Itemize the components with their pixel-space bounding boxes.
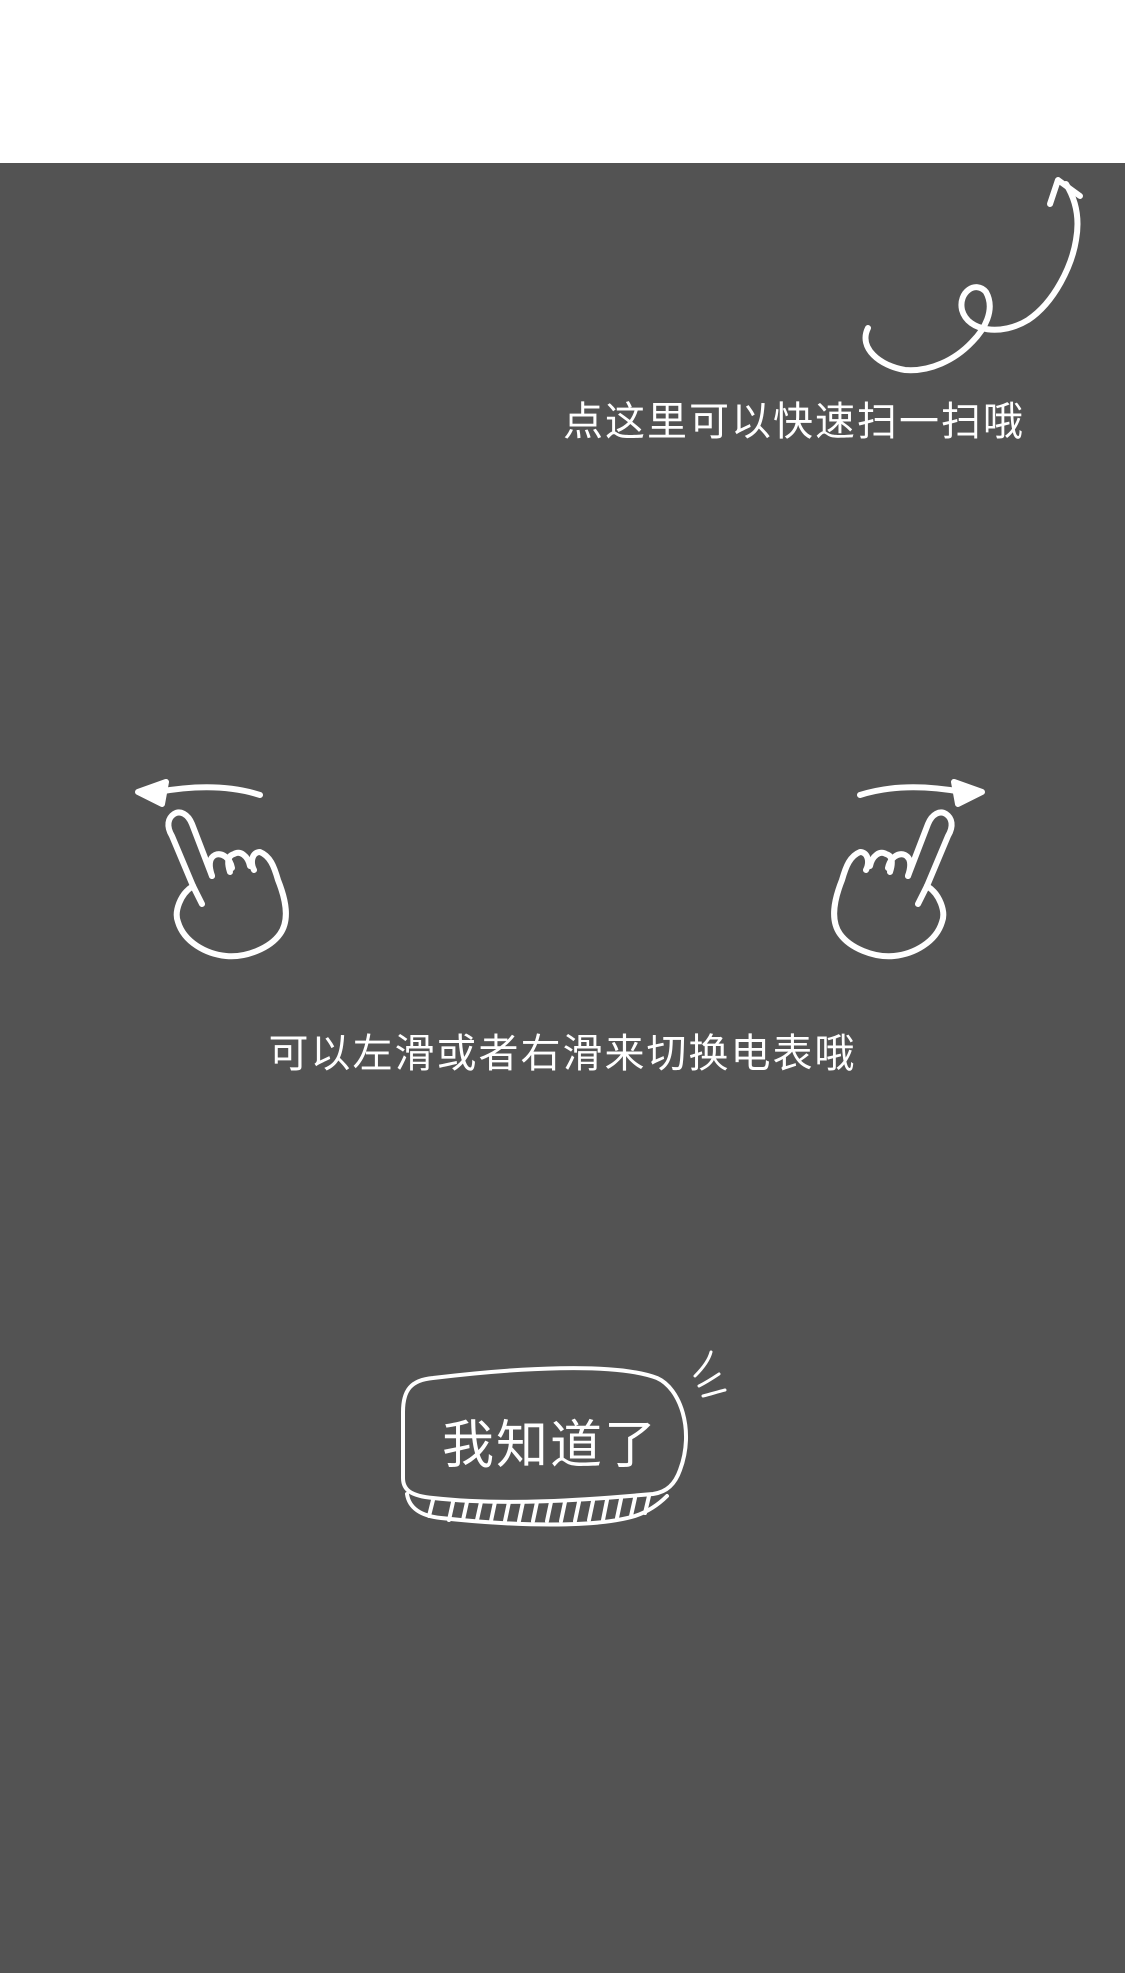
hand-swipe-left-icon	[135, 779, 289, 960]
got-it-label: 我知道了	[441, 1416, 658, 1476]
scan-hint-text: 点这里可以快速扫一扫哦	[563, 399, 1025, 445]
sparkle-lines-icon	[693, 1350, 727, 1398]
got-it-button[interactable]: 我知道了	[395, 1350, 735, 1535]
top-bar	[0, 0, 1125, 163]
hand-swipe-right-icon	[831, 779, 985, 960]
swipe-hint-text: 可以左滑或者右滑来切换电表哦	[268, 1031, 857, 1077]
curly-arrow-up-right-icon	[862, 177, 1083, 374]
onboarding-guide-page: 点这里可以快速扫一扫哦 可以左滑或者右滑来切换电表哦 我知道了	[0, 0, 1125, 1973]
